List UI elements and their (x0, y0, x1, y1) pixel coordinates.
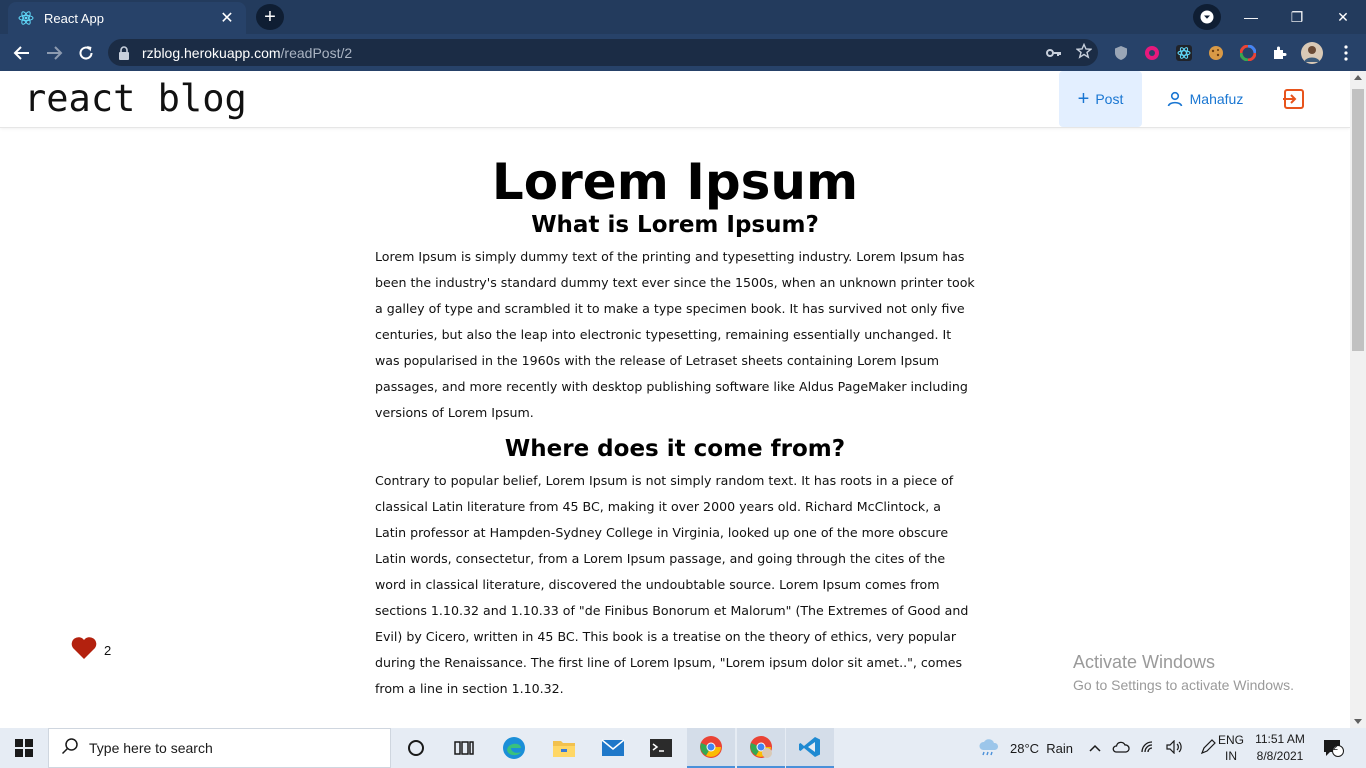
browser-tab[interactable]: React App ✕ (8, 2, 246, 34)
language-indicator[interactable]: ENG IN (1218, 728, 1244, 768)
lock-icon (118, 45, 132, 60)
bookmark-star-icon[interactable] (1075, 42, 1093, 64)
like-widget: 2 (70, 636, 111, 665)
terminal-icon[interactable] (637, 728, 685, 768)
app-header: react blog + Post Mahafuz (0, 71, 1350, 128)
user-profile-button[interactable]: Mahafuz (1160, 71, 1250, 127)
page-scrollbar[interactable] (1350, 71, 1366, 728)
new-tab-button[interactable]: + (256, 4, 284, 30)
scroll-down-icon[interactable] (1354, 719, 1362, 724)
plus-icon: + (1077, 88, 1090, 110)
tab-search-button[interactable] (1193, 4, 1221, 30)
restore-icon[interactable]: ❐ (1274, 2, 1320, 32)
post-article: Lorem Ipsum What is Lorem Ipsum? Lorem I… (375, 128, 975, 728)
task-view-icon[interactable] (440, 728, 488, 768)
section-heading-where: Where does it come from? (504, 436, 846, 462)
tab-title: React App (44, 10, 104, 26)
file-explorer-icon[interactable] (540, 728, 588, 768)
language-region: IN (1225, 749, 1237, 763)
url-host: rzblog.herokuapp.com (142, 44, 281, 61)
close-window-icon[interactable]: ✕ (1320, 2, 1366, 32)
key-icon[interactable] (1046, 45, 1062, 63)
chrome-menu-icon[interactable] (1336, 43, 1356, 63)
logout-icon[interactable] (1280, 85, 1308, 113)
taskbar-clock[interactable]: 11:51 AM 8/8/2021 (1248, 731, 1312, 765)
like-count: 2 (104, 643, 112, 658)
scroll-up-icon[interactable] (1354, 75, 1362, 80)
window-controls: — ❐ ✕ (1228, 0, 1366, 34)
forward-icon[interactable] (39, 38, 69, 68)
minimize-icon[interactable]: — (1228, 2, 1274, 32)
windows-start-icon[interactable] (0, 728, 48, 768)
url-path: /readPost/2 (280, 44, 353, 61)
new-post-button[interactable]: + Post (1059, 71, 1142, 127)
section-paragraph-where: Contrary to popular belief, Lorem Ipsum … (375, 473, 969, 696)
chrome-profile-taskbar-icon[interactable] (737, 728, 785, 768)
address-bar[interactable]: rzblog.herokuapp.com/readPost/2 (108, 39, 1098, 66)
user-name-label: Mahafuz (1189, 91, 1244, 107)
notification-count: 2 (1333, 742, 1339, 752)
heart-icon[interactable] (70, 636, 98, 665)
section-heading-what: What is Lorem Ipsum? (531, 212, 819, 238)
tab-close-icon[interactable]: ✕ (218, 8, 236, 28)
volume-icon[interactable] (1166, 739, 1184, 757)
wifi-icon[interactable] (1140, 740, 1156, 757)
color-extension-icon[interactable] (1238, 43, 1258, 63)
search-placeholder: Type here to search (89, 740, 213, 756)
scrollbar-thumb[interactable] (1352, 89, 1364, 351)
language-code: ENG (1218, 733, 1245, 747)
new-post-label: Post (1095, 91, 1124, 107)
watermark-subtitle: Go to Settings to activate Windows. (1073, 677, 1294, 693)
onedrive-icon[interactable] (1112, 741, 1130, 756)
cookie-extension-icon[interactable] (1206, 43, 1226, 63)
mail-icon[interactable] (589, 728, 637, 768)
react-favicon-icon (18, 10, 34, 26)
react-devtools-icon[interactable] (1174, 43, 1194, 63)
taskbar-search-box[interactable]: Type here to search (48, 728, 391, 768)
windows-taskbar: Type here to search 28°C Rain ENG IN 11:… (0, 728, 1366, 768)
watermark-title: Activate Windows (1073, 652, 1216, 672)
search-icon (61, 737, 79, 760)
profile-avatar-icon[interactable] (1301, 42, 1323, 64)
back-icon[interactable] (7, 38, 37, 68)
extensions-puzzle-icon[interactable] (1270, 43, 1290, 63)
edge-browser-icon[interactable] (490, 728, 538, 768)
weather-text: 28°C Rain (1010, 740, 1074, 756)
chrome-taskbar-icon[interactable] (687, 728, 735, 768)
reload-icon[interactable] (71, 38, 101, 68)
browser-toolbar: rzblog.herokuapp.com/readPost/2 (0, 34, 1366, 71)
brand-logo[interactable]: react blog (24, 77, 247, 120)
clock-time: 11:51 AM (1255, 732, 1305, 746)
shield-extension-icon[interactable] (1111, 43, 1131, 63)
weather-widget[interactable]: 28°C Rain (978, 728, 1073, 768)
clock-date: 8/8/2021 (1256, 749, 1304, 763)
browser-tab-bar: React App ✕ + — ❐ ✕ (0, 0, 1366, 34)
record-extension-icon[interactable] (1142, 43, 1162, 63)
section-paragraph-what: Lorem Ipsum is simply dummy text of the … (375, 249, 975, 420)
post-title: Lorem Ipsum (491, 153, 859, 211)
activate-windows-watermark: Activate Windows Go to Settings to activ… (1073, 652, 1294, 693)
rain-cloud-icon (978, 739, 1000, 757)
pen-icon[interactable] (1200, 738, 1216, 758)
vscode-icon[interactable] (786, 728, 834, 768)
cortana-icon[interactable] (392, 728, 440, 768)
notification-center-icon[interactable]: 2 (1322, 728, 1344, 768)
user-icon (1167, 91, 1183, 107)
system-tray (1088, 728, 1216, 768)
chevron-up-icon[interactable] (1088, 741, 1102, 756)
